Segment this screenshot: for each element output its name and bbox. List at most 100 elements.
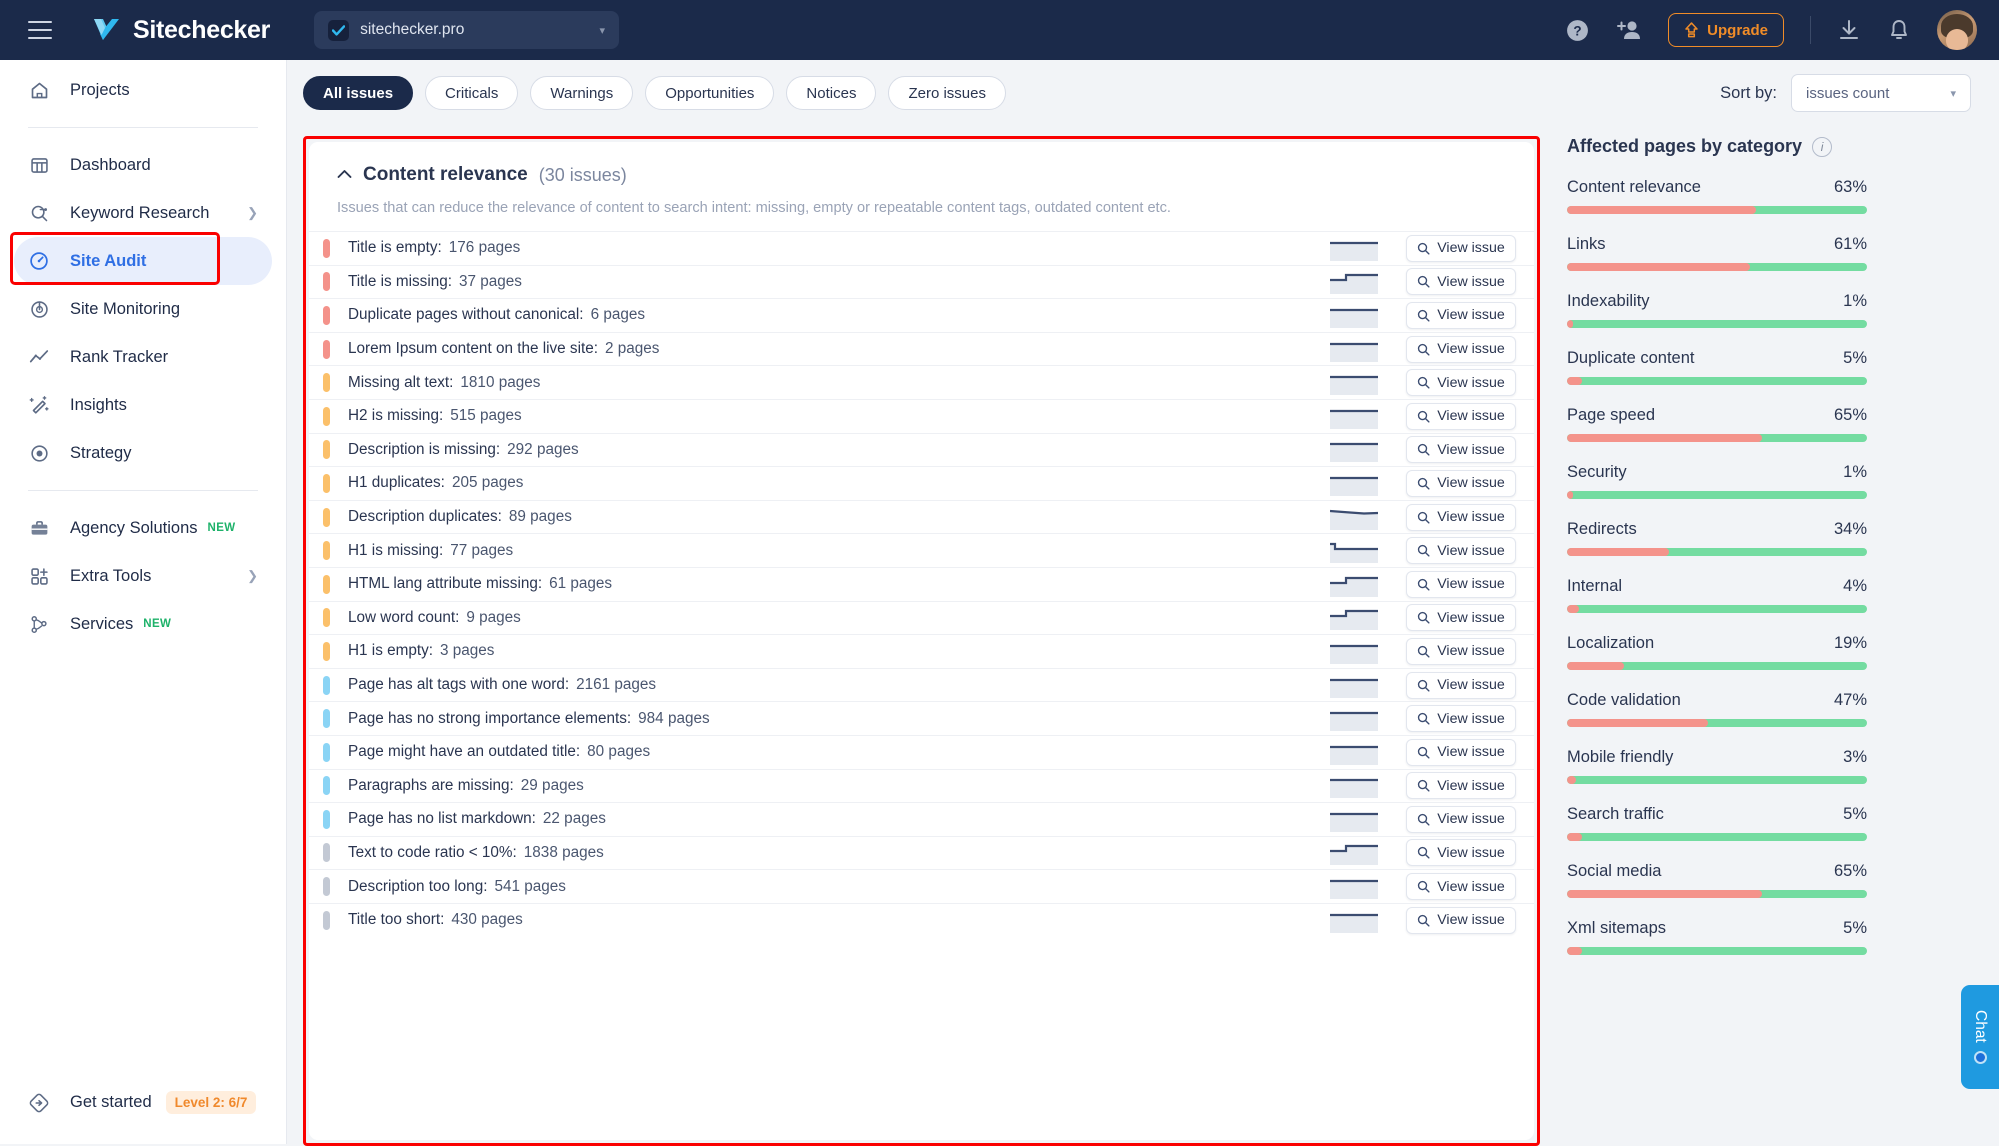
- filter-chip-all-issues[interactable]: All issues: [303, 76, 414, 110]
- sidebar-item-services[interactable]: Services NEW: [14, 600, 272, 648]
- view-issue-button[interactable]: View issue: [1406, 805, 1516, 833]
- sidebar-item-site-monitoring[interactable]: Site Monitoring: [14, 285, 272, 333]
- table-row[interactable]: H2 is missing: 515 pages View issue: [309, 398, 1534, 433]
- view-issue-button[interactable]: View issue: [1406, 772, 1516, 800]
- sidebar-item-agency-solutions[interactable]: Agency Solutions NEW: [14, 504, 272, 552]
- sort-select[interactable]: issues count ▾: [1791, 74, 1971, 112]
- view-issue-button[interactable]: View issue: [1406, 402, 1516, 430]
- notification-bell-icon[interactable]: [1887, 18, 1911, 42]
- view-issue-button[interactable]: View issue: [1406, 738, 1516, 766]
- table-row[interactable]: H1 is missing: 77 pages View issue: [309, 533, 1534, 567]
- view-issue-button[interactable]: View issue: [1406, 369, 1516, 397]
- table-row[interactable]: Description too long: 541 pages View issue: [309, 869, 1534, 903]
- table-row[interactable]: Page might have an outdated title: 80 pag…: [309, 734, 1534, 769]
- category-item[interactable]: Links 61%: [1567, 235, 1867, 271]
- view-issue-button[interactable]: View issue: [1406, 301, 1516, 329]
- sidebar-item-strategy[interactable]: Strategy: [14, 429, 272, 477]
- category-item[interactable]: Redirects 34%: [1567, 520, 1867, 556]
- hamburger-icon[interactable]: [28, 21, 52, 39]
- table-row[interactable]: H1 duplicates: 205 pages View issue: [309, 466, 1534, 500]
- avatar[interactable]: [1937, 10, 1977, 50]
- view-issue-button[interactable]: View issue: [1406, 906, 1516, 934]
- filter-chip-zero-issues[interactable]: Zero issues: [888, 76, 1006, 110]
- view-issue-button[interactable]: View issue: [1406, 873, 1516, 901]
- filter-chip-warnings[interactable]: Warnings: [530, 76, 634, 110]
- view-issue-button[interactable]: View issue: [1406, 537, 1516, 565]
- table-row[interactable]: Title is missing: 37 pages View issue: [309, 264, 1534, 299]
- view-issue-button[interactable]: View issue: [1406, 268, 1516, 296]
- view-issue-button[interactable]: View issue: [1406, 570, 1516, 598]
- category-item[interactable]: Mobile friendly 3%: [1567, 748, 1867, 784]
- category-item[interactable]: Code validation 47%: [1567, 691, 1867, 727]
- table-row[interactable]: Text to code ratio < 10%: 1838 pages View …: [309, 835, 1534, 870]
- table-row[interactable]: HTML lang attribute missing: 61 pages View…: [309, 566, 1534, 601]
- view-issue-button[interactable]: View issue: [1406, 436, 1516, 464]
- table-row[interactable]: Duplicate pages without canonical: 6 page…: [309, 298, 1534, 332]
- download-icon[interactable]: [1837, 18, 1861, 42]
- get-started-item[interactable]: Get started Level 2: 6/7: [0, 1091, 287, 1114]
- add-user-icon[interactable]: [1616, 19, 1642, 41]
- table-row[interactable]: Title too short: 430 pages View issue: [309, 902, 1534, 937]
- severity-indicator: [323, 373, 330, 393]
- table-row[interactable]: Title is empty: 176 pages View issue: [309, 231, 1534, 265]
- chat-widget-button[interactable]: Chat: [1961, 985, 1999, 1089]
- category-name: Duplicate content: [1567, 349, 1695, 367]
- view-issue-button[interactable]: View issue: [1406, 671, 1516, 699]
- category-row: Content relevance 63%: [1567, 178, 1867, 197]
- keyword-search-icon: [28, 202, 50, 224]
- table-row[interactable]: Description duplicates: 89 pages View issu…: [309, 499, 1534, 534]
- category-item[interactable]: Page speed 65%: [1567, 406, 1867, 442]
- sidebar-item-rank-tracker[interactable]: Rank Tracker: [14, 333, 272, 381]
- table-row[interactable]: Description is missing: 292 pages View iss…: [309, 432, 1534, 467]
- issue-label: Lorem Ipsum content on the live site:: [348, 340, 598, 358]
- table-row[interactable]: Page has no strong importance elements: 9…: [309, 701, 1534, 735]
- table-row[interactable]: Missing alt text: 1810 pages View issue: [309, 365, 1534, 399]
- view-issue-button[interactable]: View issue: [1406, 503, 1516, 531]
- issue-label: Page has alt tags with one word:: [348, 676, 570, 694]
- category-item[interactable]: Content relevance 63%: [1567, 178, 1867, 214]
- view-issue-button[interactable]: View issue: [1406, 839, 1516, 867]
- category-item[interactable]: Search traffic 5%: [1567, 805, 1867, 841]
- view-issue-button[interactable]: View issue: [1406, 637, 1516, 665]
- category-item[interactable]: Security 1%: [1567, 463, 1867, 499]
- table-row[interactable]: Lorem Ipsum content on the live site: 2 p…: [309, 331, 1534, 366]
- sidebar-item-insights[interactable]: Insights: [14, 381, 272, 429]
- filter-chip-criticals[interactable]: Criticals: [425, 76, 519, 110]
- chat-status-dot-icon: [1973, 1050, 1987, 1064]
- category-item[interactable]: Localization 19%: [1567, 634, 1867, 670]
- card-title-row[interactable]: Content relevance (30 issues): [337, 164, 1506, 186]
- category-item[interactable]: Xml sitemaps 5%: [1567, 919, 1867, 955]
- table-row[interactable]: Page has alt tags with one word: 2161 pag…: [309, 667, 1534, 702]
- sidebar-item-site-audit[interactable]: Site Audit: [14, 237, 272, 285]
- table-row[interactable]: Page has no list markdown: 22 pages View i…: [309, 802, 1534, 836]
- category-name: Redirects: [1567, 520, 1637, 538]
- view-issue-button[interactable]: View issue: [1406, 705, 1516, 733]
- chevron-up-icon[interactable]: [337, 166, 352, 184]
- table-row[interactable]: Low word count: 9 pages View issue: [309, 600, 1534, 635]
- filter-chip-notices[interactable]: Notices: [786, 76, 877, 110]
- sidebar-item-keyword-research[interactable]: Keyword Research ❯: [14, 189, 272, 237]
- chevron-right-icon[interactable]: ❯: [247, 205, 258, 221]
- upgrade-button[interactable]: Upgrade: [1668, 13, 1784, 47]
- affected-pages-header: Affected pages by category i: [1567, 136, 1867, 157]
- sidebar-item-extra-tools[interactable]: Extra Tools ❯: [14, 552, 272, 600]
- view-issue-button[interactable]: View issue: [1406, 335, 1516, 363]
- brand-logo[interactable]: Sitechecker: [92, 16, 270, 45]
- view-issue-button[interactable]: View issue: [1406, 234, 1516, 262]
- sidebar-item-dashboard[interactable]: Dashboard: [14, 141, 272, 189]
- help-circle-icon[interactable]: ?: [1565, 18, 1590, 43]
- site-selector[interactable]: sitechecker.pro ▾: [314, 11, 620, 49]
- category-item[interactable]: Indexability 1%: [1567, 292, 1867, 328]
- filter-chip-opportunities[interactable]: Opportunities: [645, 76, 775, 110]
- view-issue-button[interactable]: View issue: [1406, 469, 1516, 497]
- issue-count: 77 pages: [450, 541, 514, 559]
- sidebar-item-projects[interactable]: Projects: [14, 66, 272, 114]
- info-icon[interactable]: i: [1812, 136, 1833, 157]
- table-row[interactable]: H1 is empty: 3 pages View issue: [309, 634, 1534, 668]
- chevron-right-icon[interactable]: ❯: [247, 568, 258, 584]
- category-item[interactable]: Internal 4%: [1567, 577, 1867, 613]
- table-row[interactable]: Paragraphs are missing: 29 pages View issu…: [309, 768, 1534, 803]
- category-item[interactable]: Social media 65%: [1567, 862, 1867, 898]
- view-issue-button[interactable]: View issue: [1406, 604, 1516, 632]
- category-item[interactable]: Duplicate content 5%: [1567, 349, 1867, 385]
